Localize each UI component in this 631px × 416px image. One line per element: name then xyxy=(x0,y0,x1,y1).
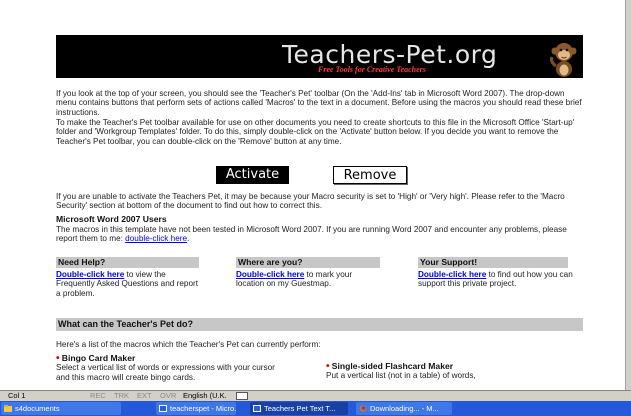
taskbar-label: teacherspet - Micro... xyxy=(170,404,236,413)
taskbar-label: Teachers Pet Text T... xyxy=(264,404,336,413)
status-language[interactable]: English (U.K. xyxy=(183,391,227,401)
your-support-heading: Your Support! xyxy=(418,257,568,268)
folder-icon xyxy=(4,405,12,412)
document-viewport[interactable]: Teachers-Pet.org Free Tools for Creative… xyxy=(0,0,631,390)
word-2007-heading: Microsoft Word 2007 Users xyxy=(56,214,167,224)
support-link[interactable]: Double-click here xyxy=(418,270,486,279)
guestmap-link[interactable]: Double-click here xyxy=(236,270,304,279)
intro-paragraph-1: If you look at the top of your screen, y… xyxy=(56,89,582,117)
status-ext[interactable]: EXT xyxy=(137,391,152,401)
windows-taskbar: s4documents teacherspet - Micro... Teach… xyxy=(0,401,631,416)
need-help-heading: Need Help? xyxy=(56,257,199,268)
spelling-status-icon[interactable] xyxy=(236,392,248,400)
features-intro: Here's a list of the macros which the Te… xyxy=(56,340,321,349)
where-are-you-heading: Where are you? xyxy=(236,257,380,268)
status-ovr[interactable]: OVR xyxy=(160,391,176,401)
status-trk[interactable]: TRK xyxy=(114,391,129,401)
status-bar: Col 1 REC TRK EXT OVR English (U.K. xyxy=(0,390,631,401)
word-2007-paragraph: The macros in this template have not bee… xyxy=(56,225,583,244)
where-are-you-text: Double-click here to mark your location … xyxy=(236,270,366,289)
vertical-scrollbar[interactable] xyxy=(625,0,631,390)
report-problem-link[interactable]: double-click here xyxy=(125,234,187,243)
monkey-icon xyxy=(550,43,577,77)
feature-item-flashcard: • Single-sided Flashcard Maker Put a ver… xyxy=(326,361,526,381)
features-section-heading: What can the Teacher's Pet do? xyxy=(56,318,583,331)
taskbar-label: Downloading... - M... xyxy=(370,404,439,413)
taskbar-item-teachers-pet-text[interactable]: Teachers Pet Text T... xyxy=(250,402,348,415)
banner-subtitle: Free Tools for Creative Teachers xyxy=(318,65,426,74)
firefox-icon xyxy=(359,405,367,412)
your-support-text: Double-click here to find out how you ca… xyxy=(418,270,573,289)
taskbar-item-s4documents[interactable]: s4documents xyxy=(1,402,121,415)
word-2007-after: . xyxy=(187,234,190,244)
remove-button[interactable]: Remove xyxy=(333,166,407,184)
status-column: Col 1 xyxy=(8,391,26,400)
feature-item-bingo: • Bingo Card Maker Select a vertical lis… xyxy=(56,353,286,382)
teachers-pet-banner: Teachers-Pet.org Free Tools for Creative… xyxy=(56,35,583,78)
feature-desc-bingo: Select a vertical list of words or expre… xyxy=(56,363,275,382)
macro-security-note: If you are unable to activate the Teache… xyxy=(56,192,565,211)
feature-desc-flashcard: Put a vertical list (not in a table) of … xyxy=(326,371,476,381)
word-icon xyxy=(159,405,167,412)
word-icon xyxy=(253,405,261,412)
need-help-link[interactable]: Double-click here xyxy=(56,270,124,279)
status-rec[interactable]: REC xyxy=(90,391,106,401)
activate-button[interactable]: Activate xyxy=(216,166,289,184)
taskbar-label: s4documents xyxy=(15,404,60,413)
taskbar-item-teacherspet-word[interactable]: teacherspet - Micro... xyxy=(156,402,236,415)
taskbar-item-downloading[interactable]: Downloading... - M... xyxy=(356,402,452,415)
document-page: Teachers-Pet.org Free Tools for Creative… xyxy=(43,0,590,390)
need-help-text: Double-click here to view the Frequently… xyxy=(56,270,199,298)
feature-title-bingo: Bingo Card Maker xyxy=(61,353,136,363)
intro-paragraph-2: To make the Teacher's Pet toolbar availa… xyxy=(56,118,575,146)
feature-title-flashcard: Single-sided Flashcard Maker xyxy=(331,361,454,371)
